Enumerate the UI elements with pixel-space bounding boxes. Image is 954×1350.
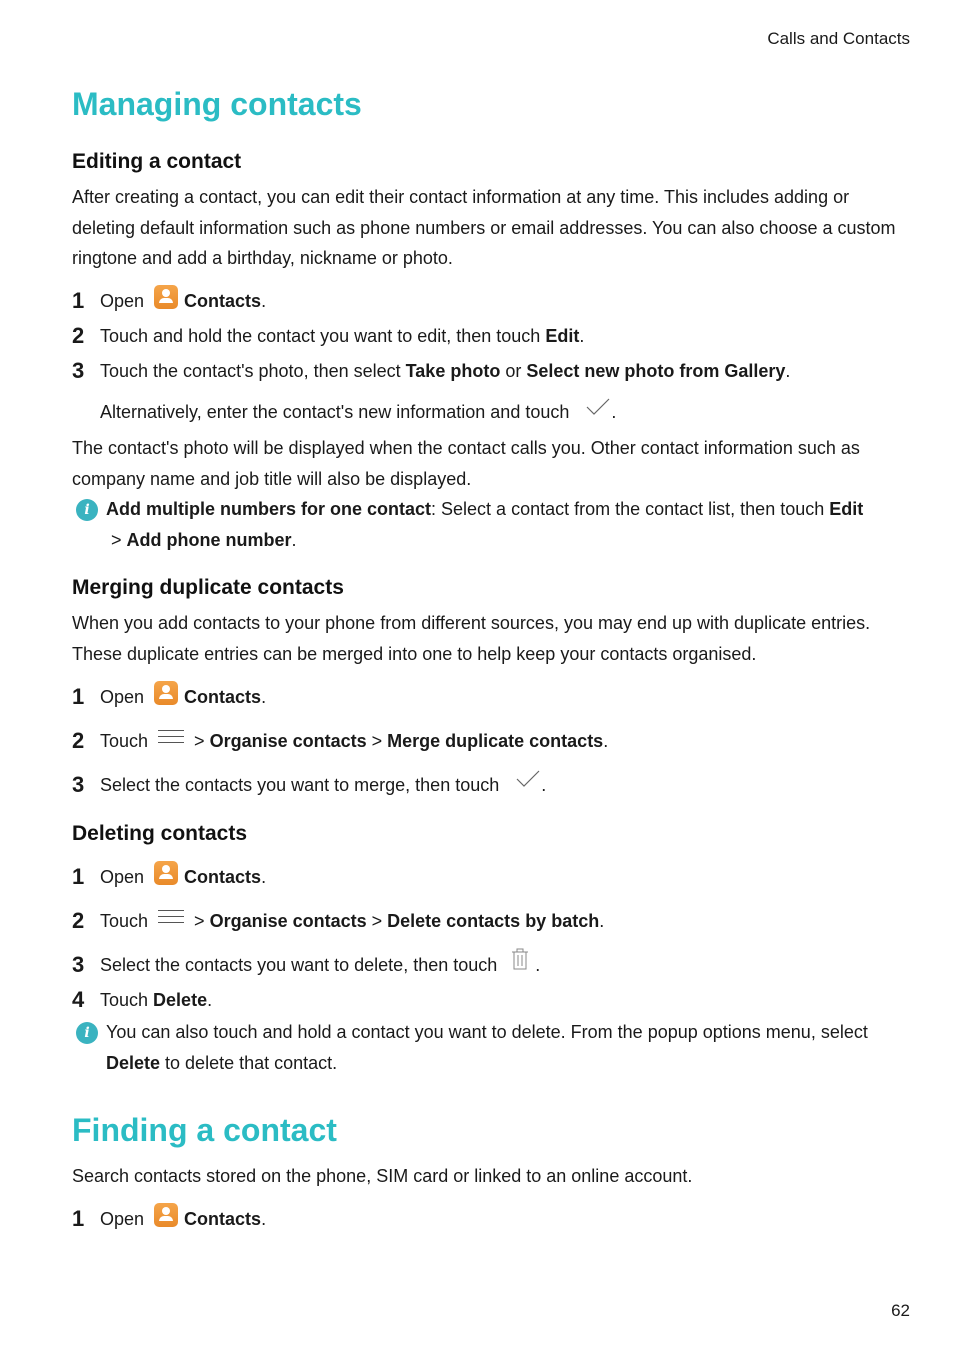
editing-after-text: The contact's photo will be displayed wh…: [72, 438, 860, 489]
merging-step-1: 1 Open Contacts.: [72, 681, 266, 710]
info-icon: i: [76, 499, 98, 521]
heading-deleting-contacts: Deleting contacts: [72, 822, 248, 845]
editing-step-1: 1 Open Contacts.: [72, 285, 266, 314]
editing-alternative: Alternatively, enter the contact's new i…: [100, 398, 616, 423]
running-header: Calls and Contacts: [767, 29, 910, 48]
page-number: 62: [891, 1301, 910, 1320]
deleting-step-4: 4 Touch Delete.: [72, 987, 213, 1012]
merging-intro: When you add contacts to your phone from…: [72, 613, 871, 664]
page-title-managing-contacts: Managing contacts: [72, 86, 362, 122]
contacts-app-icon: [154, 861, 179, 885]
info-icon: i: [76, 1022, 98, 1044]
checkmark-icon: [586, 398, 610, 415]
merging-step-3: 3 Select the contacts you want to merge,…: [72, 770, 546, 798]
menu-icon: [158, 905, 185, 925]
heading-merging-duplicates: Merging duplicate contacts: [72, 576, 344, 599]
deleting-step-2: 2 Touch > Organise contacts > Delete con…: [72, 908, 604, 934]
checkmark-icon: [516, 770, 540, 787]
contacts-app-icon: [154, 1203, 179, 1227]
trash-icon: [512, 948, 529, 970]
editing-note: i Add multiple numbers for one contact: …: [72, 494, 902, 555]
contacts-app-icon: [154, 681, 179, 705]
menu-icon: [158, 725, 185, 745]
editing-intro: After creating a contact, you can edit t…: [72, 187, 896, 268]
merging-step-2: 2 Touch > Organise contacts > Merge dupl…: [72, 728, 608, 754]
page-title-finding-contact: Finding a contact: [72, 1112, 337, 1148]
deleting-note: i You can also touch and hold a contact …: [72, 1017, 902, 1078]
deleting-step-1: 1 Open Contacts.: [72, 861, 266, 890]
finding-step-1: 1 Open Contacts.: [72, 1203, 266, 1232]
heading-editing-contact: Editing a contact: [72, 150, 242, 173]
deleting-step-3: 3 Select the contacts you want to delete…: [72, 948, 540, 978]
editing-step-3: 3 Touch the contact's photo, then select…: [72, 358, 791, 383]
finding-intro: Search contacts stored on the phone, SIM…: [72, 1166, 693, 1186]
editing-step-2: 2 Touch and hold the contact you want to…: [72, 323, 585, 348]
contacts-app-icon: [154, 285, 179, 309]
